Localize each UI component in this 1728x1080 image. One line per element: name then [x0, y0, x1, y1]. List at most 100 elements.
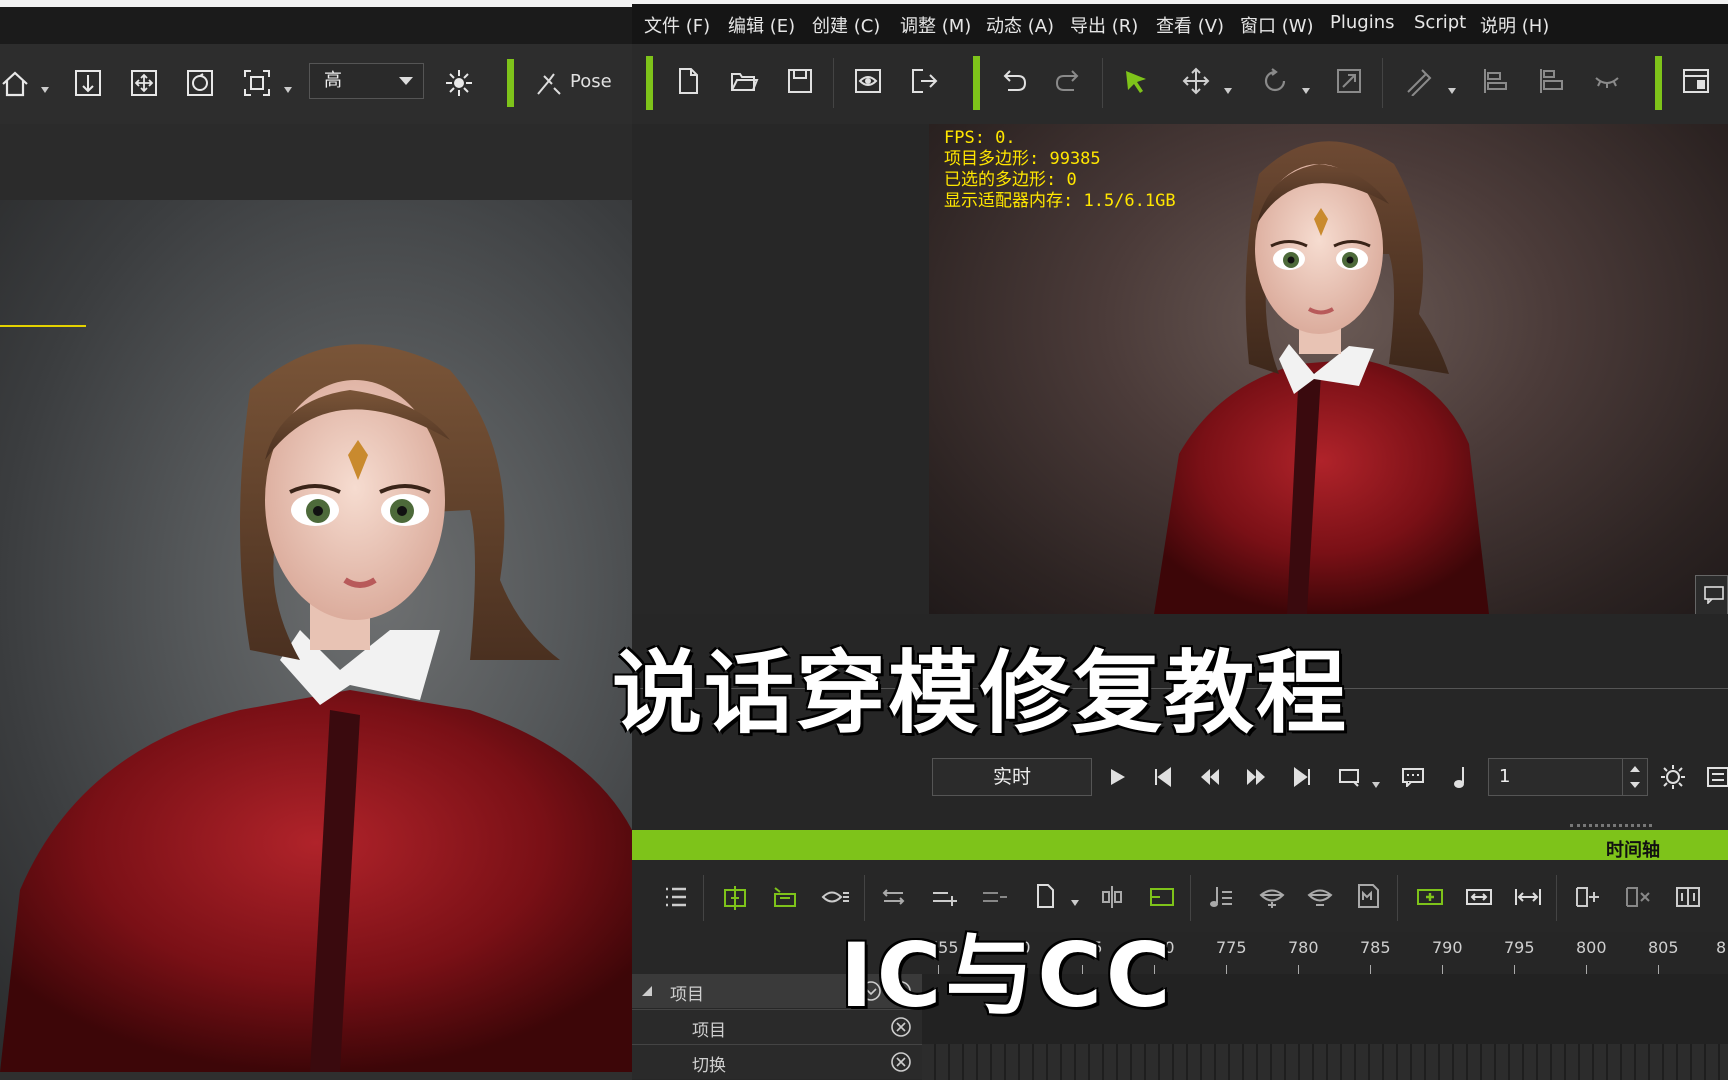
- track-list-icon[interactable]: [663, 884, 689, 910]
- viewport-comment-button[interactable]: [1695, 575, 1728, 615]
- reverse-range-icon[interactable]: [1674, 884, 1702, 910]
- timeline-divider: [1190, 875, 1191, 921]
- toolbar-grip: [646, 56, 653, 110]
- next-frame-icon[interactable]: [1245, 767, 1267, 787]
- comment-icon: [1704, 586, 1724, 604]
- ruler-tick: [1298, 965, 1299, 974]
- track-label: 项目: [670, 985, 704, 1005]
- timeline-divider: [1397, 875, 1398, 921]
- ruler-tick: [1514, 965, 1515, 974]
- panel-options-icon[interactable]: [1706, 766, 1728, 788]
- move-gizmo-icon[interactable]: [129, 68, 159, 98]
- fit-range-icon[interactable]: [1464, 884, 1494, 910]
- pick-parent-icon[interactable]: [1404, 66, 1434, 96]
- track-label: 项目: [692, 1021, 726, 1041]
- home-caret-icon[interactable]: [41, 87, 49, 93]
- frame-caret-icon[interactable]: [284, 87, 292, 93]
- add-track-icon[interactable]: [1415, 884, 1445, 910]
- gpu-memory: 显示适配器内存: 1.5/6.1GB: [944, 191, 1176, 211]
- viewport-stats: FPS: 0. 项目多边形: 99385 已选的多边形: 0 显示适配器内存: …: [944, 128, 1176, 212]
- toolbar-divider: [1382, 58, 1383, 108]
- audio-track-icon[interactable]: [1209, 884, 1235, 910]
- menu-modify[interactable]: 调整 (M): [900, 12, 971, 38]
- undo-icon[interactable]: [998, 66, 1028, 96]
- stretch-range-icon[interactable]: [1513, 884, 1543, 910]
- track-row-switch[interactable]: 切换: [632, 1044, 922, 1079]
- menu-export[interactable]: 导出 (R): [1070, 12, 1138, 38]
- home-icon[interactable]: [0, 69, 30, 99]
- menu-view[interactable]: 查看 (V): [1156, 12, 1224, 38]
- collect-clip-icon[interactable]: [772, 884, 798, 910]
- menu-help[interactable]: 说明 (H): [1480, 12, 1549, 38]
- goto-start-icon[interactable]: [1153, 767, 1173, 787]
- menu-file[interactable]: 文件 (F): [644, 12, 710, 38]
- settings-sun-icon[interactable]: [1660, 764, 1686, 790]
- frame-spinner[interactable]: [1622, 759, 1647, 795]
- quality-select[interactable]: 高: [309, 63, 424, 99]
- loop-caret-icon[interactable]: [1372, 782, 1380, 788]
- prev-frame-icon[interactable]: [1199, 767, 1221, 787]
- save-icon[interactable]: [785, 66, 815, 96]
- timeline-header: [632, 830, 1728, 860]
- hide-icon[interactable]: [1592, 66, 1622, 96]
- close-circle-icon[interactable]: [890, 1051, 912, 1073]
- menu-edit[interactable]: 编辑 (E): [728, 12, 795, 38]
- lips-icon[interactable]: [1258, 884, 1286, 910]
- redo-icon[interactable]: [1054, 66, 1084, 96]
- align-left-icon[interactable]: [1480, 66, 1510, 96]
- layout-panel-icon[interactable]: [1681, 66, 1711, 96]
- menu-bar: 文件 (F) 编辑 (E) 创建 (C) 调整 (M) 动态 (A) 导出 (R…: [632, 0, 1728, 44]
- preview-icon[interactable]: [853, 66, 883, 96]
- move-caret-icon[interactable]: [1224, 88, 1232, 94]
- rotate-gizmo-icon[interactable]: [185, 68, 215, 98]
- menu-script[interactable]: Script: [1414, 12, 1466, 33]
- delete-range-icon[interactable]: [1624, 884, 1654, 910]
- light-icon[interactable]: [444, 68, 474, 98]
- lipsync-doc-icon[interactable]: [1355, 882, 1381, 910]
- select-arrow-icon[interactable]: [1121, 66, 1151, 96]
- move-icon[interactable]: [1181, 66, 1211, 96]
- polygon-count: 项目多边形: 99385: [944, 149, 1101, 169]
- menu-window[interactable]: 窗口 (W): [1240, 12, 1314, 38]
- collapse-triangle-icon[interactable]: [642, 986, 652, 996]
- frame-selection-icon[interactable]: [242, 68, 272, 98]
- chevron-down-icon: [399, 77, 413, 85]
- align-distribute-icon[interactable]: [1536, 66, 1566, 96]
- subtitle-icon[interactable]: [1401, 767, 1425, 787]
- ruler-tick: [1370, 965, 1371, 974]
- pose-label: Pose: [570, 71, 612, 92]
- export-icon[interactable]: [909, 66, 939, 96]
- tick-label: 790: [1432, 938, 1463, 957]
- rotate-caret-icon[interactable]: [1302, 88, 1310, 94]
- playback-mode-field[interactable]: 实时: [932, 758, 1092, 796]
- overlay-title: 说话穿模修复教程: [612, 641, 1348, 746]
- align-vertical-icon[interactable]: [73, 68, 103, 98]
- scale-icon[interactable]: [1334, 66, 1364, 96]
- key-add-icon[interactable]: [722, 884, 748, 910]
- character-illustration-right: [1154, 141, 1489, 614]
- pose-button[interactable]: Pose: [534, 68, 624, 100]
- overlay-subtitle: IC与CC: [840, 924, 1175, 1027]
- spinner-arrows-icon: [1630, 766, 1640, 788]
- timeline-title: 时间轴: [1606, 840, 1660, 861]
- menu-plugins[interactable]: Plugins: [1330, 12, 1394, 33]
- ruler-tick: [1442, 965, 1443, 974]
- goto-end-icon[interactable]: [1292, 767, 1312, 787]
- music-note-icon[interactable]: [1451, 765, 1469, 789]
- insert-range-icon[interactable]: [1574, 884, 1604, 910]
- menu-animation[interactable]: 动态 (A): [986, 12, 1054, 38]
- loop-icon[interactable]: [1338, 767, 1362, 787]
- pick-caret-icon[interactable]: [1448, 88, 1456, 94]
- tick-label: 8: [1716, 938, 1727, 957]
- play-icon[interactable]: [1107, 767, 1127, 787]
- timeline-divider: [1556, 875, 1557, 921]
- new-file-icon[interactable]: [673, 66, 703, 96]
- rotate-icon[interactable]: [1260, 66, 1290, 96]
- pose-icon: [537, 73, 561, 95]
- tick-label: 785: [1360, 938, 1391, 957]
- timeline-divider: [703, 875, 704, 921]
- left-title-strip: [0, 0, 632, 44]
- open-folder-icon[interactable]: [729, 66, 759, 96]
- lips-remove-icon[interactable]: [1306, 884, 1334, 910]
- menu-create[interactable]: 创建 (C): [812, 12, 880, 38]
